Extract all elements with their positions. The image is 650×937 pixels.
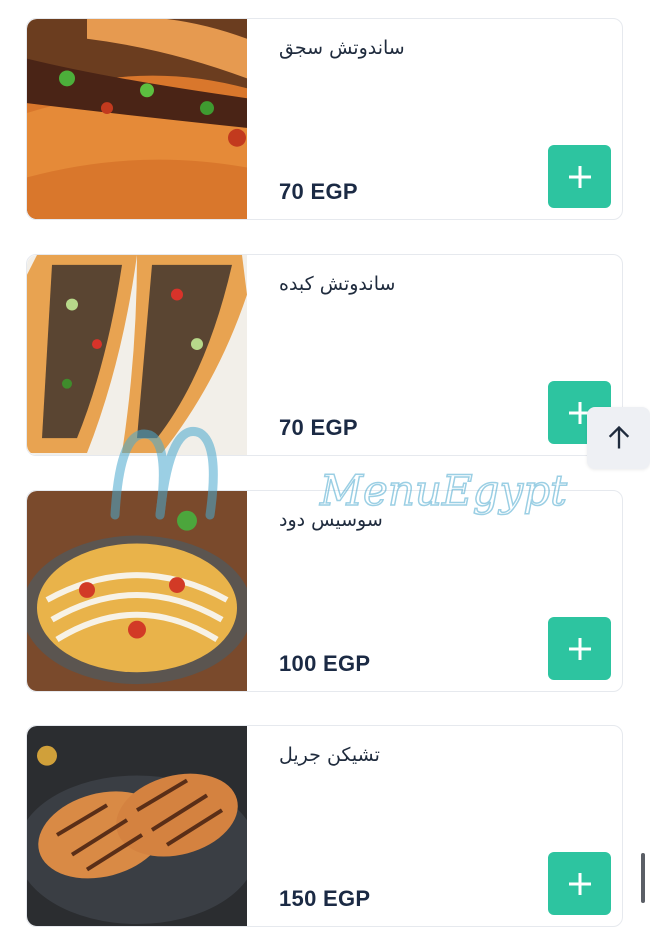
- item-name: سوسيس دود: [279, 509, 383, 531]
- item-price: 70 EGP: [279, 179, 358, 204]
- menu-item-card[interactable]: تشيكن جريل 150 EGP: [26, 725, 623, 927]
- item-price: 150 EGP: [279, 886, 371, 911]
- item-name: تشيكن جريل: [279, 744, 380, 766]
- food-photo: [27, 726, 247, 926]
- plus-icon: [568, 165, 591, 188]
- add-to-cart-button[interactable]: [548, 617, 611, 680]
- food-photo: [27, 255, 247, 455]
- add-to-cart-button[interactable]: [548, 852, 611, 915]
- add-to-cart-button[interactable]: [548, 145, 611, 208]
- item-price: 100 EGP: [279, 651, 371, 676]
- item-name: ساندوتش كبده: [279, 273, 396, 295]
- food-photo: [27, 491, 247, 691]
- arrow-up-icon: [608, 425, 629, 449]
- menu-item-card[interactable]: سوسيس دود 100 EGP: [26, 490, 623, 692]
- scrollbar-thumb[interactable]: [641, 853, 645, 903]
- item-name: ساندوتش سجق: [279, 37, 405, 59]
- plus-icon: [568, 872, 591, 895]
- food-photo: [27, 19, 247, 219]
- item-price: 70 EGP: [279, 415, 358, 440]
- plus-icon: [568, 637, 591, 660]
- scroll-to-top-button[interactable]: [587, 407, 650, 469]
- menu-item-card[interactable]: ساندوتش كبده 70 EGP: [26, 254, 623, 456]
- menu-item-card[interactable]: ساندوتش سجق 70 EGP: [26, 18, 623, 220]
